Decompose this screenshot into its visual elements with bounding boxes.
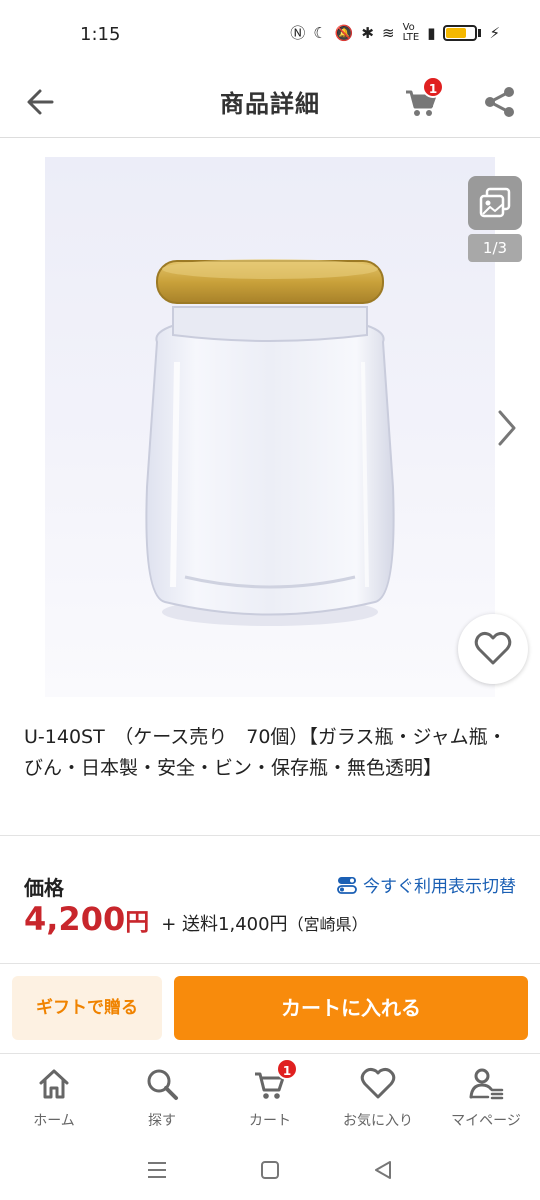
gallery-view-button[interactable] [468,176,522,230]
shipping-region: （宮崎県） [287,915,368,934]
bottom-nav: ホーム 探す 1 カート お気に入り マイページ [0,1054,540,1140]
cart-badge: 1 [276,1058,298,1080]
display-toggle-link[interactable]: 今すぐ利用表示切替 [337,872,516,897]
gift-button[interactable]: ギフトで贈る [12,976,162,1040]
nav-label: カート [249,1113,291,1129]
add-to-cart-button[interactable]: カートに入れる [174,976,528,1040]
toggle-icon [337,876,357,894]
moon-icon: ☾ [313,24,327,42]
price-currency: 円 [125,908,150,936]
charging-icon: ⚡ [489,24,500,42]
system-nav [0,1140,540,1200]
nav-item-home[interactable]: ホーム [0,1054,108,1140]
product-title: U-140ST （ケース売り 70個）【ガラス瓶・ジャム瓶・びん・日本製・安全・… [24,726,507,779]
glass-jar-image [145,259,395,626]
home-square-icon[interactable] [258,1158,282,1182]
status-icons: Ⓝ ☾ 🔕 ✱ ≋ Vo LTE ▮ ⚡ [290,22,500,44]
back-triangle-icon[interactable] [371,1158,395,1182]
heart-icon [360,1067,396,1099]
price-row: 4,200 円 + 送料1,400円 （宮崎県） [24,900,368,938]
signal-icon: ▮ [427,24,436,42]
page-indicator: 1/3 [468,234,522,262]
bluetooth-icon: ✱ [361,24,374,42]
nav-label: お気に入り [343,1113,413,1129]
price-label: 価格 [24,876,64,900]
battery-icon [443,25,482,41]
chevron-right-icon [498,410,516,446]
shipping-fee: + 送料1,400円 [161,914,288,935]
product-image[interactable] [45,157,495,697]
page-title: 商品詳細 [220,90,320,118]
vibrate-off-icon: 🔕 [334,24,354,42]
status-time: 1:15 [80,24,121,45]
divider [0,835,540,836]
header-cart-button[interactable]: 1 [400,76,444,124]
nav-item-cart[interactable]: 1 カート [216,1054,324,1140]
images-icon [479,187,511,218]
share-button[interactable] [478,80,522,124]
search-icon [147,1069,178,1100]
nav-item-search[interactable]: 探す [108,1054,216,1140]
display-toggle-label: 今すぐ利用表示切替 [363,877,516,897]
next-image-button[interactable] [492,406,522,450]
cart-badge: 1 [422,76,444,98]
nav-item-mypage[interactable]: マイページ [432,1054,540,1140]
favorite-button[interactable] [458,614,528,684]
nav-item-favorites[interactable]: お気に入り [324,1054,432,1140]
price-value: 4,200 [24,900,126,938]
app-header: 商品詳細 1 [0,68,540,138]
home-icon [39,1069,69,1099]
nfc-icon: Ⓝ [290,24,306,42]
wifi-icon: ≋ [381,24,395,42]
nav-label: ホーム [33,1113,75,1129]
divider [0,963,540,964]
heart-icon [474,631,512,665]
nav-label: マイページ [451,1113,521,1129]
nav-label: 探す [148,1113,176,1129]
user-icon [469,1068,504,1100]
volte-icon: Vo LTE [402,22,420,43]
share-icon [485,87,514,117]
menu-icon[interactable] [145,1158,169,1182]
status-bar: 1:15 Ⓝ ☾ 🔕 ✱ ≋ Vo LTE ▮ ⚡ [0,0,540,68]
